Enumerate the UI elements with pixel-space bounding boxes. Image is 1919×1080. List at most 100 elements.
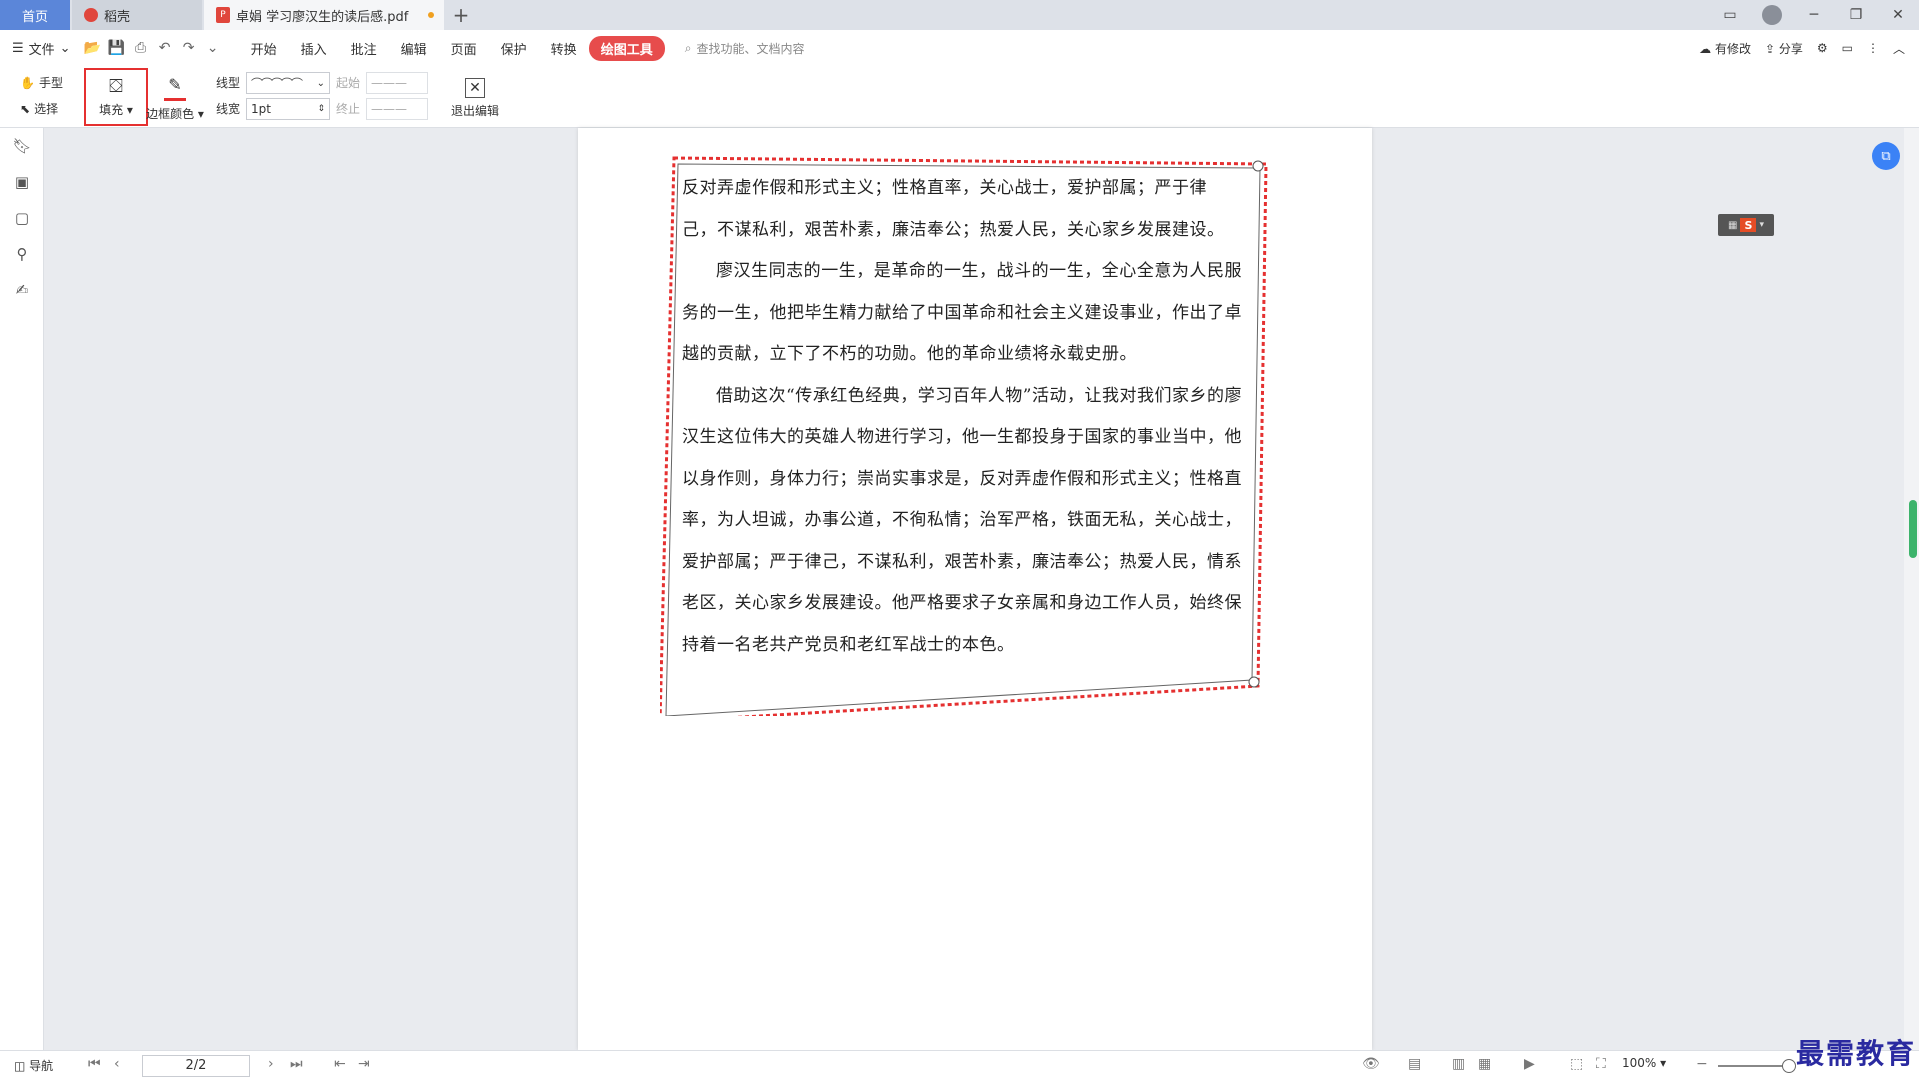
- border-color-label: 边框颜色: [146, 106, 195, 121]
- cursor-icon: ⬉: [20, 101, 31, 116]
- file-menu[interactable]: ☰ 文件 ⌄: [12, 39, 71, 58]
- line-width-label: 线宽: [216, 102, 241, 116]
- restore-button[interactable]: ❐: [1835, 0, 1877, 30]
- close-button[interactable]: ✕: [1877, 0, 1919, 30]
- zoom-slider[interactable]: [1718, 1065, 1788, 1067]
- pen-icon: ✎: [168, 74, 182, 94]
- redo-icon[interactable]: ↷: [177, 36, 201, 60]
- ime-toolbar[interactable]: ▦ S ▾: [1718, 214, 1774, 236]
- share-button[interactable]: ⇪ 分享: [1765, 40, 1803, 57]
- document-area: 反对弄虚作假和形式主义；性格直率，关心战士，爱护部属；严于律 己，不谋私利，艰苦…: [44, 128, 1904, 1050]
- menu-item-drawing-tools[interactable]: 绘图工具: [588, 35, 665, 61]
- attachment-icon[interactable]: ⚲: [0, 236, 44, 272]
- has-changes-button[interactable]: ☁ 有修改: [1699, 40, 1751, 57]
- menu-item-protect[interactable]: 保护: [489, 39, 539, 58]
- line-type-select[interactable]: ⌒⌒⌒⌒⌒ ⌄: [246, 72, 330, 94]
- sidebar-icon: ◫: [14, 1059, 26, 1073]
- menu-item-start[interactable]: 开始: [239, 39, 289, 58]
- avatar-button[interactable]: [1751, 0, 1793, 30]
- search-box[interactable]: ⌕ 查找功能、文档内容: [685, 40, 805, 57]
- menu-item-annotate[interactable]: 批注: [339, 39, 389, 58]
- comment-icon[interactable]: ▢: [0, 200, 44, 236]
- menu-item-page[interactable]: 页面: [439, 39, 489, 58]
- unsaved-dot: [428, 12, 434, 18]
- share-icon: ⇪: [1764, 41, 1776, 56]
- has-changes-label: 有修改: [1714, 41, 1751, 56]
- minimize-button[interactable]: ─: [1793, 0, 1835, 30]
- hand-icon: ✋: [20, 75, 35, 90]
- start-arrow-select[interactable]: ———: [366, 72, 428, 94]
- text-paragraph: 廖汉生同志的一生，是革命的一生，战斗的一生，全心全意为人民服务的一生，他把毕生精…: [682, 261, 1242, 364]
- window-controls: ▭ ─ ❐ ✕: [1709, 0, 1919, 30]
- next-page-icon[interactable]: ›: [268, 1056, 274, 1072]
- line-width-input[interactable]: 1pt ⇕: [246, 98, 330, 120]
- select-label: 选择: [34, 102, 59, 116]
- open-folder-icon[interactable]: 📂: [81, 36, 105, 60]
- stepper-icon: ⇕: [317, 104, 325, 114]
- prev-page-icon[interactable]: ‹: [114, 1056, 120, 1072]
- menu-item-edit[interactable]: 编辑: [389, 39, 439, 58]
- line-width-value: 1pt: [251, 102, 271, 116]
- file-menu-label: 文件: [28, 42, 55, 58]
- back-icon[interactable]: ⇤: [334, 1056, 346, 1072]
- border-color-button[interactable]: ✎ 边框颜色 ▾: [144, 72, 206, 124]
- tab-home-label: 首页: [21, 9, 48, 25]
- border-color-swatch: [164, 97, 186, 101]
- select-tool-button[interactable]: ⬉ 选择: [20, 100, 58, 117]
- settings-icon[interactable]: ⚙: [1817, 41, 1828, 55]
- fill-button[interactable]: ⛋ 填充 ▾: [84, 68, 148, 126]
- sogou-icon: S: [1740, 218, 1757, 232]
- comment-icon[interactable]: ▭: [1842, 41, 1853, 55]
- continuous-icon[interactable]: ▥: [1452, 1056, 1465, 1072]
- nav-button[interactable]: ◫ 导航: [14, 1057, 53, 1074]
- save-icon[interactable]: 💾: [105, 36, 129, 60]
- search-placeholder: 查找功能、文档内容: [696, 41, 805, 56]
- double-page-icon[interactable]: ▦: [1478, 1056, 1491, 1072]
- last-page-icon[interactable]: ⏭: [290, 1056, 303, 1072]
- daoke-icon: [84, 8, 98, 22]
- forward-icon[interactable]: ⇥: [358, 1056, 370, 1072]
- hand-tool-button[interactable]: ✋ 手型: [20, 74, 63, 91]
- layout-icon[interactable]: ▭: [1709, 0, 1751, 30]
- new-tab-label: +: [452, 3, 470, 27]
- signature-icon[interactable]: ✍: [0, 272, 44, 308]
- left-sidebar: 🔖︎ ▣ ▢ ⚲ ✍: [0, 128, 44, 1050]
- zoom-select[interactable]: 100% ▾: [1622, 1056, 1666, 1070]
- eye-icon[interactable]: 👁︎: [1362, 1056, 1380, 1072]
- zoom-value: 100%: [1622, 1056, 1657, 1070]
- fit-page-icon[interactable]: ⛶: [1596, 1056, 1606, 1072]
- tab-daoke[interactable]: 稻壳: [72, 0, 202, 30]
- fit-width-icon[interactable]: ⬚: [1570, 1056, 1583, 1072]
- more-icon[interactable]: ⋮: [1867, 41, 1879, 55]
- scrollbar-thumb[interactable]: [1909, 500, 1917, 558]
- customize-icon[interactable]: ⌄: [201, 36, 225, 60]
- menu-item-convert[interactable]: 转换: [539, 39, 589, 58]
- vertical-scrollbar[interactable]: [1904, 128, 1919, 1050]
- zoom-slider-knob[interactable]: [1782, 1059, 1796, 1073]
- pdf-icon: P: [216, 7, 230, 23]
- close-box-icon: ✕: [465, 77, 485, 98]
- page-number-input[interactable]: 2/2: [142, 1055, 250, 1077]
- end-arrow-select[interactable]: ———: [366, 98, 428, 120]
- hand-label: 手型: [38, 76, 63, 90]
- line-icon: ———: [371, 102, 407, 116]
- exit-edit-button[interactable]: ✕ 退出编辑: [448, 72, 502, 124]
- thumbnail-icon[interactable]: ▣: [0, 164, 44, 200]
- text-line: 反对弄虚作假和形式主义；性格直率，关心战士，爱护部属；严于律: [682, 178, 1207, 198]
- tab-home[interactable]: 首页: [0, 0, 70, 30]
- new-tab-button[interactable]: +: [444, 0, 478, 30]
- single-page-icon[interactable]: ▤: [1408, 1056, 1421, 1072]
- grid-icon: ▦: [1728, 219, 1738, 231]
- print-icon[interactable]: ⎙: [129, 36, 153, 60]
- ribbon: ✋ 手型 ⬉ 选择 ⛋ 填充 ▾ ✎ 边框颜色 ▾ 线型 ⌒⌒⌒⌒⌒ ⌄ 线宽 1pt…: [0, 66, 1919, 128]
- undo-icon[interactable]: ↶: [153, 36, 177, 60]
- menu-item-insert[interactable]: 插入: [289, 39, 339, 58]
- pdf-page: 反对弄虚作假和形式主义；性格直率，关心战士，爱护部属；严于律 己，不谋私利，艰苦…: [578, 128, 1372, 1050]
- tab-document[interactable]: P 卓娟 学习廖汉生的读后感.pdf: [204, 0, 444, 30]
- float-tool-icon[interactable]: ⧉: [1872, 142, 1900, 170]
- collapse-icon[interactable]: ︿: [1893, 40, 1905, 57]
- bookmark-icon[interactable]: 🔖︎: [0, 128, 44, 164]
- first-page-icon[interactable]: ⏮: [88, 1056, 101, 1072]
- play-icon[interactable]: ▶: [1524, 1056, 1535, 1072]
- zoom-out-icon[interactable]: −: [1696, 1056, 1708, 1072]
